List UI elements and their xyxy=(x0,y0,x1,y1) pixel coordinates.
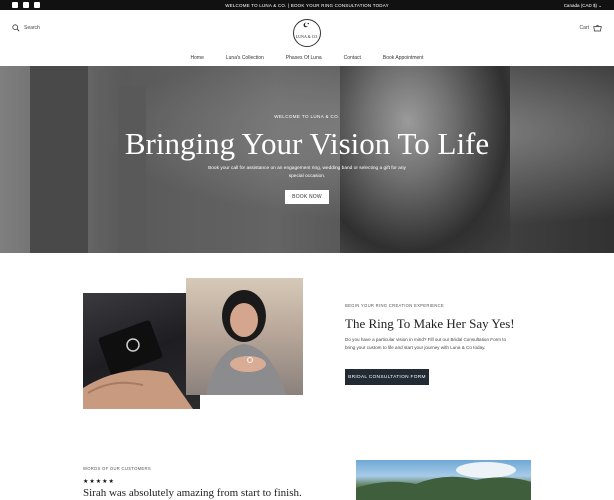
site-header: Search LUNA & CO. Cart xyxy=(0,10,614,50)
announcement-text[interactable]: WELCOME TO LUNA & CO. | BOOK YOUR RING C… xyxy=(0,3,614,8)
testimonial-kicker: WORDS OF OUR CUSTOMERS xyxy=(83,466,151,471)
locale-selector[interactable]: Canada (CAD $) ⌄ xyxy=(564,3,602,9)
logo-text: LUNA & CO. xyxy=(295,33,319,39)
star-rating: ★★★★★ xyxy=(83,479,115,485)
chevron-down-icon: ⌄ xyxy=(598,2,602,8)
ring-box-photo xyxy=(83,293,200,409)
landscape-photo xyxy=(356,460,531,500)
proposal-illustration xyxy=(206,290,286,395)
nav-item-home[interactable]: Home xyxy=(190,50,205,67)
cart-label: Cart xyxy=(579,25,589,31)
ring-section-body: Do you have a particular vision in mind?… xyxy=(345,337,507,350)
hero-title: Bringing Your Vision To Life xyxy=(124,126,490,161)
main-nav: Home Luna's Collection Phases Of Luna Co… xyxy=(0,50,614,67)
search-button[interactable]: Search xyxy=(12,24,40,32)
testimonial-quote: Sirah was absolutely amazing from start … xyxy=(83,487,302,499)
book-now-button[interactable]: BOOK NOW xyxy=(285,190,329,204)
logo-moon-icon xyxy=(303,22,309,28)
nav-item-contact[interactable]: Contact xyxy=(344,50,361,66)
cart-icon xyxy=(593,25,602,32)
search-icon xyxy=(12,24,20,32)
cart-button[interactable]: Cart xyxy=(580,24,602,32)
site-logo[interactable]: LUNA & CO. xyxy=(293,19,321,47)
hero-kicker: WELCOME TO LUNA & CO. xyxy=(274,114,340,119)
nav-item-phases-of-luna[interactable]: Phases Of Luna xyxy=(286,50,322,66)
ring-box-illustration xyxy=(83,320,193,409)
proposal-reaction-photo xyxy=(186,278,303,395)
locale-label: Canada (CAD $) xyxy=(563,2,597,8)
search-label: Search xyxy=(24,25,40,31)
nav-item-lunas-collection[interactable]: Luna's Collection xyxy=(226,50,264,66)
hero-subtitle: Book your call for assistance on an enga… xyxy=(208,166,406,179)
announcement-bar: WELCOME TO LUNA & CO. | BOOK YOUR RING C… xyxy=(0,0,614,10)
nav-item-book-appointment[interactable]: Book Appointment xyxy=(383,50,424,66)
hero-banner: WELCOME TO LUNA & CO. Bringing Your Visi… xyxy=(0,66,614,253)
landscape-illustration xyxy=(356,462,531,500)
ring-section-title: The Ring To Make Her Say Yes! xyxy=(345,316,515,331)
bridal-consultation-form-button[interactable]: BRIDAL CONSULTATION FORM xyxy=(345,369,429,385)
ring-section-kicker: BEGIN YOUR RING CREATION EXPERIENCE xyxy=(345,303,444,308)
